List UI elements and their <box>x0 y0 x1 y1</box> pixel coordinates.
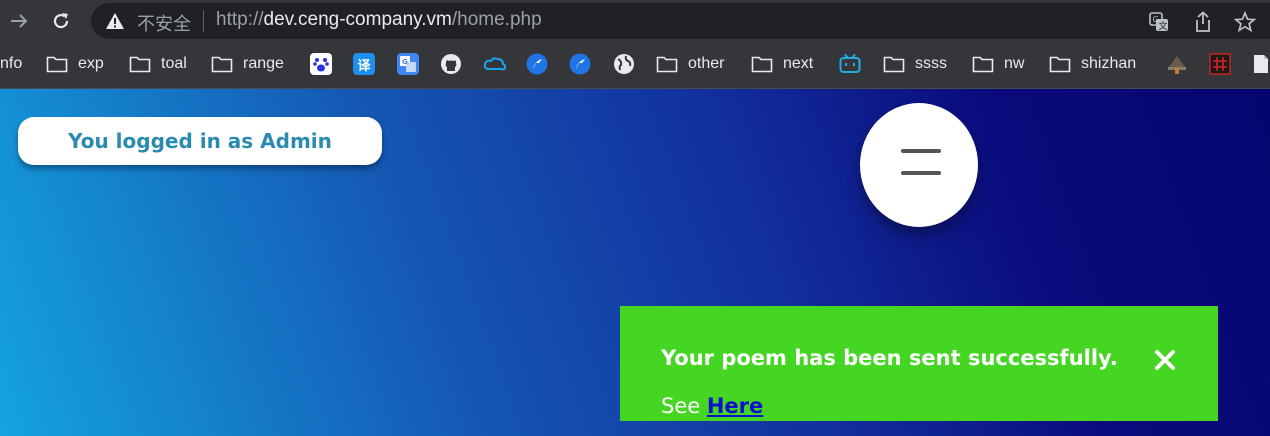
hamburger-icon-bar-bottom <box>901 171 941 175</box>
bookmark-nfo[interactable]: nfo <box>0 52 22 76</box>
page-content: You logged in as Admin Your poem has bee… <box>0 89 1270 436</box>
bookmark-label: range <box>243 55 284 72</box>
warning-icon[interactable] <box>105 11 125 31</box>
divider <box>203 10 204 32</box>
share-icon[interactable] <box>1192 11 1214 33</box>
bookmark-folder-shizhan[interactable]: shizhan <box>1049 52 1136 76</box>
svg-text:文: 文 <box>1159 20 1168 32</box>
bookmark-translate[interactable]: 译 <box>353 52 375 76</box>
hamburger-icon-bar-top <box>901 149 941 153</box>
bookmark-label: next <box>783 55 814 72</box>
hash-grid-icon <box>1209 53 1231 75</box>
success-toast: Your poem has been sent successfully. Se… <box>620 306 1218 421</box>
hacker-hat-icon <box>1168 56 1186 74</box>
folder-icon <box>46 56 68 73</box>
bookmark-folder-toal[interactable]: toal <box>129 52 187 76</box>
url-scheme: http:// <box>216 9 264 30</box>
svg-text:G: G <box>402 58 408 66</box>
bookmark-label: toal <box>161 55 187 72</box>
folder-icon <box>751 56 773 73</box>
document-icon <box>1254 55 1268 73</box>
bookmark-hat[interactable] <box>1166 52 1188 76</box>
bookmark-label: nw <box>1004 55 1025 72</box>
fofa-icon <box>569 53 591 75</box>
folder-icon <box>129 56 151 73</box>
bookmark-hash[interactable] <box>1209 52 1231 76</box>
bookmark-globe[interactable] <box>613 52 635 76</box>
toast-message: Your poem has been sent successfully. <box>661 346 1118 370</box>
bookmark-label: other <box>688 55 725 72</box>
translate-icon[interactable]: 文G <box>1148 11 1170 33</box>
folder-icon <box>211 56 233 73</box>
bookmark-label: shizhan <box>1081 55 1137 72</box>
google-translate-icon: G <box>397 53 419 75</box>
bookmark-label: exp <box>78 55 104 72</box>
bookmark-fofa-2[interactable] <box>569 52 591 76</box>
bilibili-icon <box>839 53 861 73</box>
bookmark-folder-exp[interactable]: exp <box>46 52 104 76</box>
url-path: /home.php <box>451 9 542 30</box>
globe-icon <box>614 54 634 74</box>
url-host: dev.ceng-company.vm <box>263 9 452 30</box>
paw-icon <box>310 53 332 75</box>
bookmark-google-translate[interactable]: G <box>397 52 419 76</box>
back-arrow-icon[interactable] <box>4 6 34 36</box>
bookmark-doc[interactable] <box>1252 52 1270 76</box>
login-status-text: You logged in as Admin <box>68 129 332 153</box>
folder-icon <box>656 56 678 73</box>
github-icon <box>441 54 461 74</box>
bookmark-label: nfo <box>0 55 23 72</box>
cloud-icon <box>483 57 507 71</box>
folder-icon <box>1049 56 1071 73</box>
bookmarks-bar: nfo exp toal range 译 G other next ssss n… <box>0 42 1270 89</box>
svg-text:G: G <box>1153 15 1159 24</box>
menu-button[interactable] <box>860 103 978 227</box>
browser-toolbar: 不安全 http://dev.ceng-company.vm/home.php … <box>0 0 1270 42</box>
bookmark-github[interactable] <box>440 52 462 76</box>
bookmark-label: ssss <box>915 55 947 72</box>
translate-favicon-icon: 译 <box>353 53 375 75</box>
fofa-icon <box>526 53 548 75</box>
bookmark-cloud[interactable] <box>483 52 507 76</box>
bookmark-folder-next[interactable]: next <box>751 52 813 76</box>
insecure-label[interactable]: 不安全 <box>137 10 191 36</box>
url-text[interactable]: http://dev.ceng-company.vm/home.php <box>216 9 542 31</box>
bookmark-fofa-1[interactable] <box>526 52 548 76</box>
translate-favicon-text: 译 <box>357 57 371 73</box>
address-bar[interactable]: 不安全 http://dev.ceng-company.vm/home.php … <box>91 3 1270 39</box>
bookmark-bilibili[interactable] <box>839 52 861 76</box>
bookmark-baidu[interactable] <box>310 52 332 76</box>
star-icon[interactable] <box>1234 11 1256 33</box>
bookmark-folder-other[interactable]: other <box>656 52 724 76</box>
bookmark-folder-range[interactable]: range <box>211 52 284 76</box>
bookmark-folder-ssss[interactable]: ssss <box>883 52 947 76</box>
bookmark-folder-nw[interactable]: nw <box>972 52 1024 76</box>
folder-icon <box>972 56 994 73</box>
toast-here-link[interactable]: Here <box>707 394 763 418</box>
close-icon[interactable] <box>1152 347 1178 373</box>
reload-icon[interactable] <box>46 6 76 36</box>
login-status-badge: You logged in as Admin <box>18 117 382 165</box>
toast-see-prefix: See <box>661 394 707 418</box>
toast-see-line: See Here <box>661 394 763 418</box>
folder-icon <box>883 56 905 73</box>
